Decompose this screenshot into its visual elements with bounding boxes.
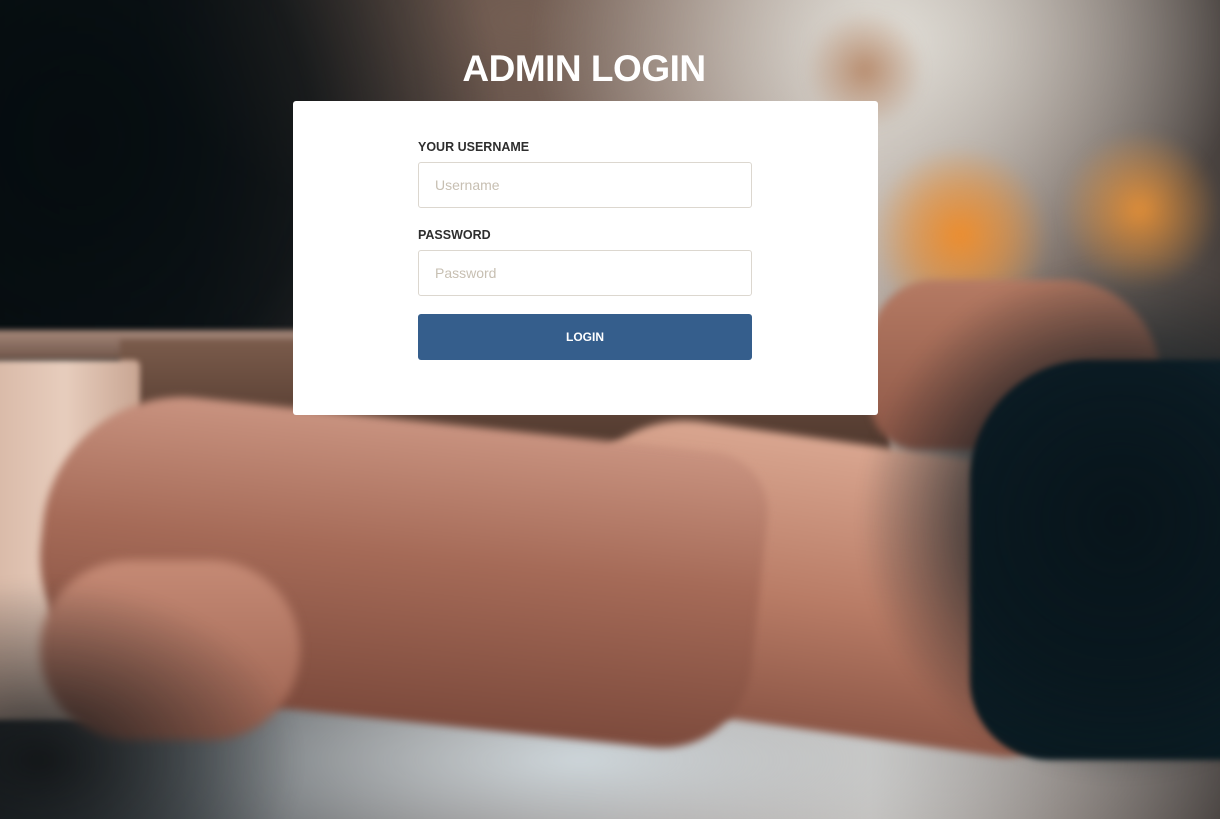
login-card: YOUR USERNAME PASSWORD LOGIN [293,101,878,415]
login-button[interactable]: LOGIN [418,314,752,360]
password-input[interactable] [418,250,752,296]
password-label: PASSWORD [418,228,491,242]
page-title: ADMIN LOGIN [462,48,706,89]
username-label: YOUR USERNAME [418,140,530,154]
username-input[interactable] [418,162,752,208]
